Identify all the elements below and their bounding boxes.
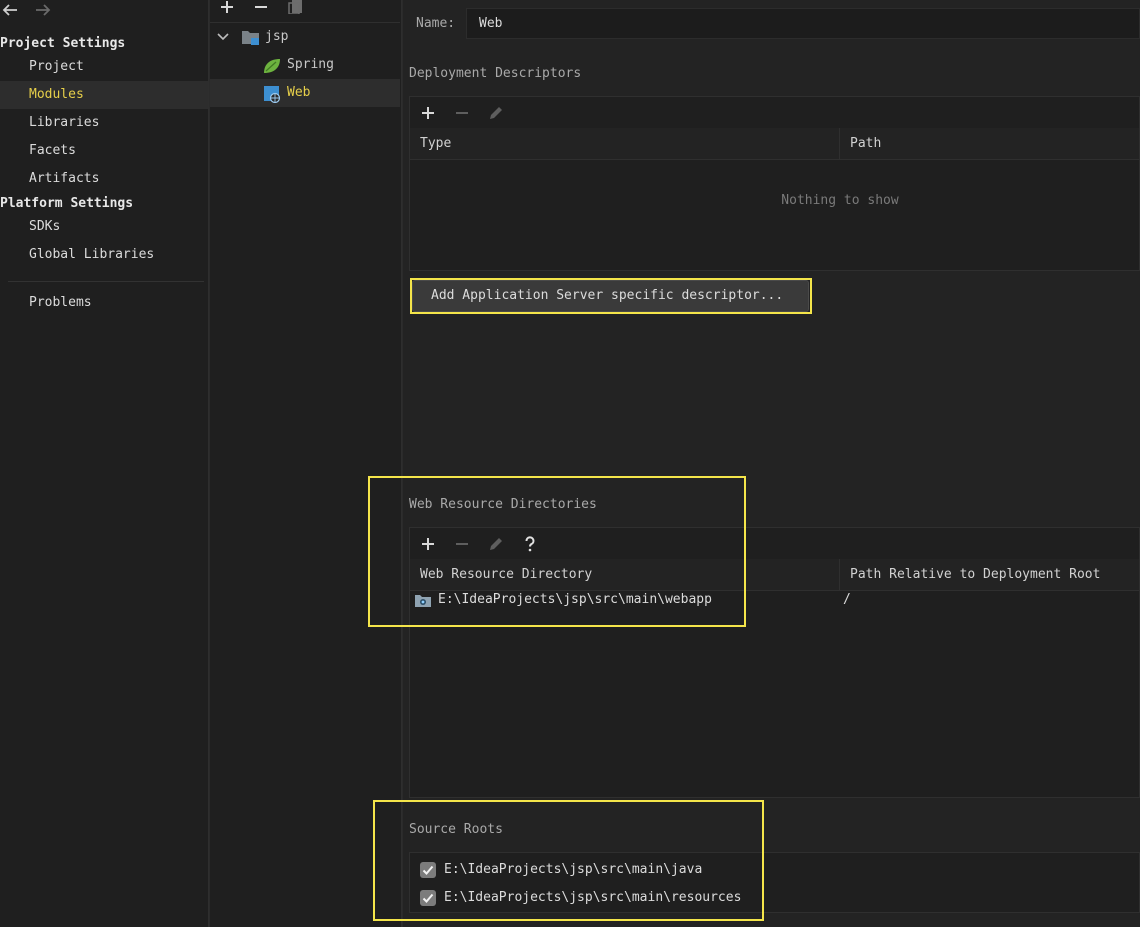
nav-item-problems[interactable]: Problems [0,289,208,317]
nav-divider [8,281,204,282]
nav-item-sdks[interactable]: SDKs [0,213,208,241]
spring-leaf-icon [263,58,281,74]
deployment-table-header: Type Path [410,128,1139,160]
nav-item-artifacts[interactable]: Artifacts [0,165,208,193]
forward-arrow-icon[interactable] [34,1,52,19]
module-tree-panel: jsp Spring Web [210,0,402,927]
checkbox[interactable] [420,890,436,906]
deployment-toolbar [410,97,1139,129]
deployment-descriptors-title: Deployment Descriptors [409,66,582,81]
web-resource-table: Web Resource Directory Path Relative to … [409,527,1140,798]
project-settings-heading: Project Settings [0,36,126,51]
source-root-path: E:\IdeaProjects\jsp\src\main\resources [444,890,742,905]
nav-item-facets[interactable]: Facets [0,137,208,165]
nav-item-modules[interactable]: Modules [0,81,208,109]
copy-icon[interactable] [287,0,303,14]
web-resource-toolbar [410,528,1139,560]
remove-web-resource-minus-icon[interactable] [452,534,472,554]
nav-item-global-libraries[interactable]: Global Libraries [0,241,208,269]
column-header-relative-path[interactable]: Path Relative to Deployment Root [839,559,1139,590]
settings-sidebar: Project Settings Project Modules Librari… [0,0,209,927]
web-folder-icon [414,593,432,608]
platform-settings-heading: Platform Settings [0,196,134,211]
name-value: Web [479,16,503,31]
deployment-descriptors-table: Type Path Nothing to show [409,96,1140,271]
plus-icon[interactable] [219,0,235,14]
module-folder-icon [241,29,261,46]
tree-item-spring[interactable]: Spring [210,51,400,79]
chevron-down-icon[interactable] [217,32,229,42]
list-item[interactable]: E:\IdeaProjects\jsp\src\main\java [410,857,1139,883]
web-resource-directory-cell: E:\IdeaProjects\jsp\src\main\webapp [438,592,712,607]
checkbox[interactable] [420,862,436,878]
source-roots-list: E:\IdeaProjects\jsp\src\main\java E:\Ide… [409,852,1140,913]
tree-item-web[interactable]: Web [210,79,400,107]
nav-item-project[interactable]: Project [0,53,208,81]
column-header-web-resource-directory[interactable]: Web Resource Directory [410,559,839,590]
web-resource-directories-title: Web Resource Directories [409,497,597,512]
name-field[interactable]: Web [466,8,1140,39]
help-question-icon[interactable] [520,534,540,554]
column-header-type[interactable]: Type [410,128,839,159]
minus-icon[interactable] [253,0,269,14]
add-web-resource-plus-icon[interactable] [418,534,438,554]
tree-label: Web [287,85,311,100]
source-roots-title: Source Roots [409,822,503,837]
tree-label: jsp [265,29,289,44]
nav-item-libraries[interactable]: Libraries [0,109,208,137]
relative-path-cell: / [843,592,851,607]
edit-web-resource-pencil-icon[interactable] [486,534,506,554]
web-facet-icon [263,85,281,103]
add-server-descriptor-button[interactable]: Add Application Server specific descript… [412,280,809,312]
back-arrow-icon[interactable] [1,1,19,19]
web-resource-table-header: Web Resource Directory Path Relative to … [410,559,1139,591]
list-item[interactable]: E:\IdeaProjects\jsp\src\main\resources [410,885,1139,911]
edit-descriptor-pencil-icon[interactable] [486,103,506,123]
tree-item-jsp[interactable]: jsp [210,23,400,51]
table-row[interactable]: E:\IdeaProjects\jsp\src\main\webapp / [410,590,1139,612]
column-header-path[interactable]: Path [839,128,1139,159]
add-descriptor-plus-icon[interactable] [418,103,438,123]
empty-table-text: Nothing to show [781,193,899,208]
tree-label: Spring [287,57,334,72]
remove-descriptor-minus-icon[interactable] [452,103,472,123]
source-root-path: E:\IdeaProjects\jsp\src\main\java [444,862,703,877]
name-label: Name: [416,16,456,31]
